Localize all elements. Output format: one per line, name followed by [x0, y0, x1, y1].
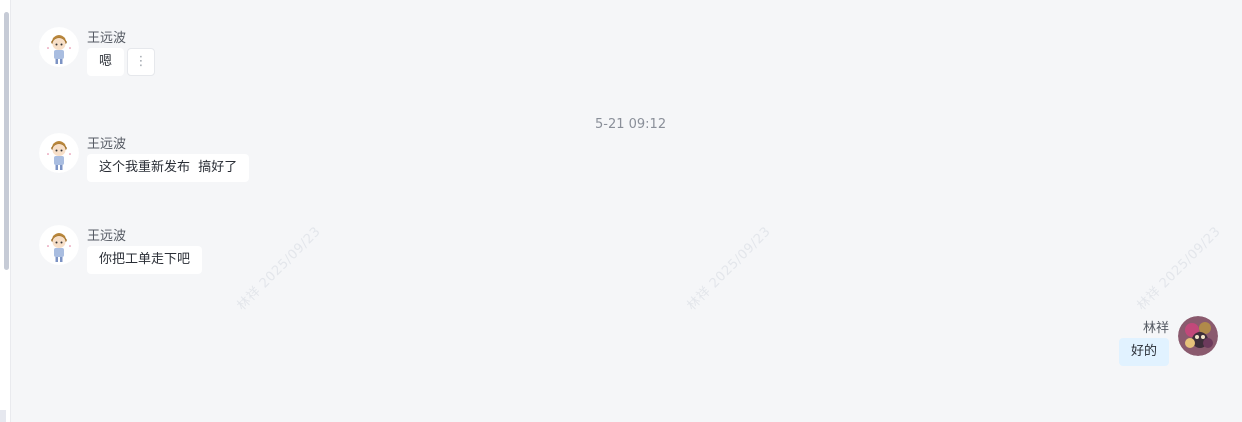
- boy-cartoon-icon: [39, 225, 79, 265]
- avatar[interactable]: [39, 27, 79, 67]
- rail-corner: [0, 410, 6, 422]
- message-bubble[interactable]: 这个我重新发布 搞好了: [87, 154, 250, 182]
- avatar[interactable]: [39, 133, 79, 173]
- boy-cartoon-icon: [39, 27, 79, 67]
- boy-cartoon-icon: [39, 133, 79, 173]
- avatar[interactable]: [39, 225, 79, 265]
- message-bubble[interactable]: 你把工单走下吧: [87, 246, 203, 274]
- sender-name: 王远波: [87, 31, 127, 46]
- timestamp: 5-21 09:12: [595, 117, 667, 132]
- sender-name: 王远波: [87, 229, 127, 244]
- message-bubble[interactable]: 嗯: [87, 48, 125, 76]
- sender-name: 王远波: [87, 137, 127, 152]
- message-bubble[interactable]: 好的: [1118, 338, 1169, 366]
- sender-name: 林祥: [1142, 321, 1169, 336]
- watermark: 林祥 2025/09/23: [234, 224, 324, 314]
- chat-window: 林祥 2025/09/23 林祥 2025/09/23 林祥 2025/09/2…: [0, 0, 1242, 422]
- watermark: 林祥 2025/09/23: [684, 224, 774, 314]
- illustration-icon: [1178, 316, 1218, 356]
- scrollbar-thumb[interactable]: [4, 12, 9, 270]
- more-vertical-icon: ⋮: [134, 54, 148, 69]
- avatar[interactable]: [1178, 316, 1218, 356]
- more-options-button[interactable]: ⋮: [127, 48, 155, 76]
- watermark: 林祥 2025/09/23: [1134, 224, 1224, 314]
- left-rail: [0, 0, 11, 422]
